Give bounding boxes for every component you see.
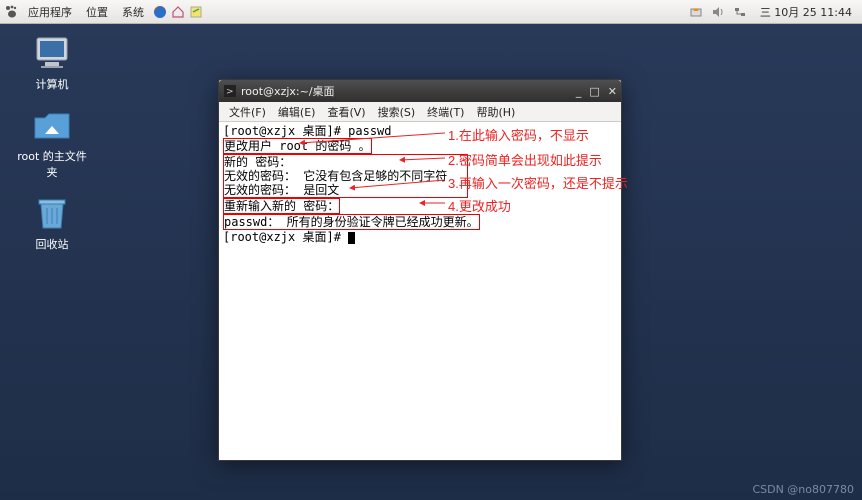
panel-left: 应用程序 位置 系统 [4, 2, 204, 22]
menu-help[interactable]: 帮助(H) [472, 103, 519, 121]
icon-home[interactable]: root 的主文件夹 [12, 104, 92, 180]
network-icon[interactable] [732, 4, 748, 20]
firefox-icon[interactable] [152, 4, 168, 20]
annotation-2: 2.密码简单会出现如此提示 [448, 150, 602, 169]
minimize-button[interactable]: _ [576, 85, 582, 98]
close-button[interactable]: ✕ [608, 85, 617, 98]
icon-trash[interactable]: 回收站 [12, 192, 92, 252]
computer-icon [31, 32, 73, 74]
volume-icon[interactable] [710, 4, 726, 20]
annotation-3: 3.再输入一次密码，还是不提示 [448, 173, 628, 192]
term-line-3: 新的 密码： [223, 154, 468, 169]
maximize-button[interactable]: □ [589, 85, 599, 98]
home-launcher-icon[interactable] [170, 4, 186, 20]
term-line-2: 更改用户 root 的密码 。 [224, 139, 371, 153]
highlight-box-1: 更改用户 root 的密码 。 [223, 138, 372, 154]
desktop-icons: 计算机 root 的主文件夹 回收站 [12, 32, 92, 252]
icon-home-label: root 的主文件夹 [12, 148, 92, 180]
term-line-4: 无效的密码： 它没有包含足够的不同字符 [224, 169, 467, 183]
folder-home-icon [31, 104, 73, 146]
titlebar[interactable]: > root@xzjx:~/桌面 _ □ ✕ [219, 80, 621, 102]
cursor [348, 232, 355, 244]
menu-terminal[interactable]: 终端(T) [423, 103, 468, 121]
watermark: CSDN @no807780 [752, 483, 854, 496]
highlight-box-4: passwd： 所有的身份验证令牌已经成功更新。 [223, 214, 480, 230]
term-line-6: 重新输入新的 密码： [224, 199, 339, 213]
annotation-1: 1.在此输入密码，不显示 [448, 125, 589, 144]
window-title: root@xzjx:~/桌面 [241, 83, 335, 99]
window-controls: _ □ ✕ [576, 85, 617, 98]
term-line-8: [root@xzjx 桌面]# [223, 230, 348, 244]
annotation-4: 4.更改成功 [448, 196, 511, 215]
menu-file[interactable]: 文件(F) [225, 103, 270, 121]
menu-applications[interactable]: 应用程序 [22, 2, 78, 22]
menu-places[interactable]: 位置 [80, 2, 114, 22]
term-line-5: 无效的密码： 是回文 [224, 183, 467, 197]
menu-search[interactable]: 搜索(S) [374, 103, 420, 121]
icon-trash-label: 回收站 [36, 236, 69, 252]
menu-system[interactable]: 系统 [116, 2, 150, 22]
terminal-menubar: 文件(F) 编辑(E) 查看(V) 搜索(S) 终端(T) 帮助(H) [219, 102, 621, 122]
update-icon[interactable] [688, 4, 704, 20]
note-launcher-icon[interactable] [188, 4, 204, 20]
panel-right: 三 10月 25 11:44 [688, 2, 858, 22]
menu-edit[interactable]: 编辑(E) [274, 103, 320, 121]
icon-computer-label: 计算机 [36, 76, 69, 92]
highlight-box-3: 重新输入新的 密码： [223, 198, 340, 214]
top-panel: 应用程序 位置 系统 三 10月 25 11:44 [0, 0, 862, 24]
icon-computer[interactable]: 计算机 [12, 32, 92, 92]
menu-view[interactable]: 查看(V) [323, 103, 369, 121]
term-line-7: passwd： 所有的身份验证令牌已经成功更新。 [224, 215, 479, 229]
trash-icon [31, 192, 73, 234]
clock[interactable]: 三 10月 25 11:44 [754, 2, 858, 22]
gnome-foot-icon [4, 4, 20, 20]
terminal-icon: > [223, 84, 237, 98]
desktop: 应用程序 位置 系统 三 10月 25 11:44 计算机 root 的主文件夹… [0, 0, 862, 500]
svg-text:>: > [226, 87, 234, 97]
